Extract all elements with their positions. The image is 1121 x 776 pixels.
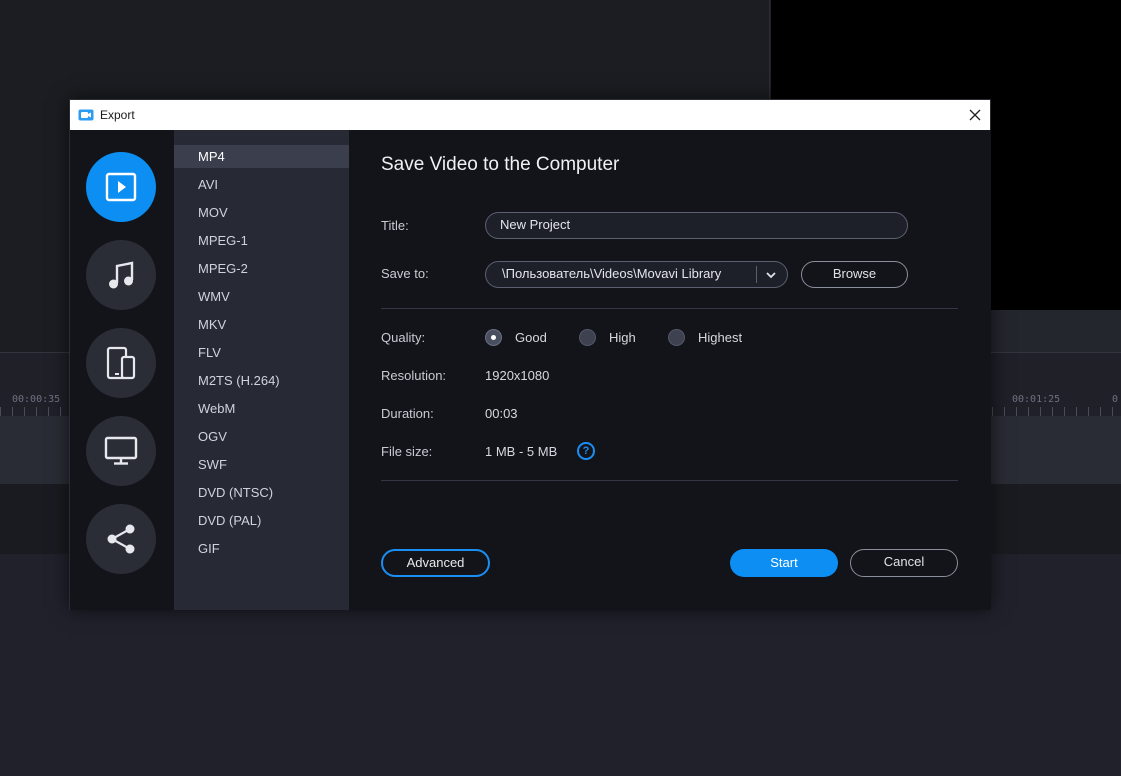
cancel-button[interactable]: Cancel [850, 549, 958, 577]
quality-good-label: Good [515, 330, 547, 345]
format-item-avi[interactable]: AVI [174, 173, 349, 196]
save-to-path-value: \Пользователь\Videos\Movavi Library [502, 266, 722, 281]
radio-indicator [579, 329, 596, 346]
advanced-button[interactable]: Advanced [381, 549, 490, 577]
format-item-flv[interactable]: FLV [174, 341, 349, 364]
dialog-titlebar: Export [70, 100, 990, 130]
format-item-gif[interactable]: GIF [174, 537, 349, 560]
monitor-icon [104, 436, 138, 465]
ruler-time-right: 00:01:25 [1012, 394, 1061, 405]
category-audio-button[interactable] [86, 240, 156, 310]
format-item-wmv[interactable]: WMV [174, 285, 349, 308]
export-dialog: Export MP4 AVI MOV MPEG-1 MPEG-2 WMV MKV… [69, 99, 991, 610]
quality-label: Quality: [381, 330, 426, 345]
share-icon [107, 524, 135, 554]
title-label: Title: [381, 218, 409, 233]
save-to-label: Save to: [381, 266, 429, 281]
format-item-ogv[interactable]: OGV [174, 425, 349, 448]
save-to-path-dropdown[interactable]: \Пользователь\Videos\Movavi Library [485, 261, 788, 288]
music-note-icon [109, 261, 134, 289]
movavi-app-icon [78, 108, 94, 122]
format-item-mp4[interactable]: MP4 [174, 145, 349, 168]
format-item-m2ts[interactable]: M2TS (H.264) [174, 369, 349, 392]
export-settings-panel: Save Video to the Computer Title: New Pr… [349, 130, 991, 610]
format-item-dvd-pal[interactable]: DVD (PAL) [174, 509, 349, 532]
devices-icon [106, 346, 136, 380]
duration-label: Duration: [381, 406, 434, 421]
category-tv-button[interactable] [86, 416, 156, 486]
ruler-time-left: 00:00:35 [12, 394, 61, 405]
format-list: MP4 AVI MOV MPEG-1 MPEG-2 WMV MKV FLV M2… [174, 130, 349, 610]
radio-indicator [668, 329, 685, 346]
quality-highest-radio[interactable]: Highest [668, 329, 742, 346]
format-item-mpeg1[interactable]: MPEG-1 [174, 229, 349, 252]
chevron-down-icon[interactable] [764, 268, 778, 282]
start-button[interactable]: Start [730, 549, 838, 577]
close-icon [969, 109, 981, 121]
export-category-bar [70, 130, 174, 610]
format-item-mov[interactable]: MOV [174, 201, 349, 224]
format-item-mkv[interactable]: MKV [174, 313, 349, 336]
resolution-value: 1920x1080 [485, 368, 550, 383]
format-item-mpeg2[interactable]: MPEG-2 [174, 257, 349, 280]
format-item-swf[interactable]: SWF [174, 453, 349, 476]
quality-good-radio[interactable]: Good [485, 329, 547, 346]
ruler-ticks-left [0, 407, 68, 416]
category-devices-button[interactable] [86, 328, 156, 398]
ruler-ticks-right [992, 407, 1121, 416]
section-divider-bottom [381, 480, 958, 481]
format-item-webm[interactable]: WebM [174, 397, 349, 420]
help-icon[interactable]: ? [577, 442, 595, 460]
play-video-icon [105, 172, 137, 202]
duration-value: 00:03 [485, 406, 518, 421]
file-size-value: 1 MB - 5 MB [485, 444, 558, 459]
close-button[interactable] [960, 100, 990, 130]
category-share-button[interactable] [86, 504, 156, 574]
quality-highest-label: Highest [698, 330, 743, 345]
file-size-label: File size: [381, 444, 433, 459]
resolution-label: Resolution: [381, 368, 447, 383]
dialog-title: Export [100, 108, 135, 122]
section-divider-top [381, 308, 958, 309]
title-input[interactable]: New Project [485, 212, 908, 239]
ruler-time-right-2: 0 [1112, 394, 1119, 405]
format-item-dvd-ntsc[interactable]: DVD (NTSC) [174, 481, 349, 504]
dropdown-separator [756, 266, 757, 283]
quality-high-radio[interactable]: High [579, 329, 636, 346]
radio-indicator [485, 329, 502, 346]
quality-high-label: High [609, 330, 636, 345]
browse-button[interactable]: Browse [801, 261, 908, 288]
page-title: Save Video to the Computer [381, 154, 620, 175]
category-video-button[interactable] [86, 152, 156, 222]
